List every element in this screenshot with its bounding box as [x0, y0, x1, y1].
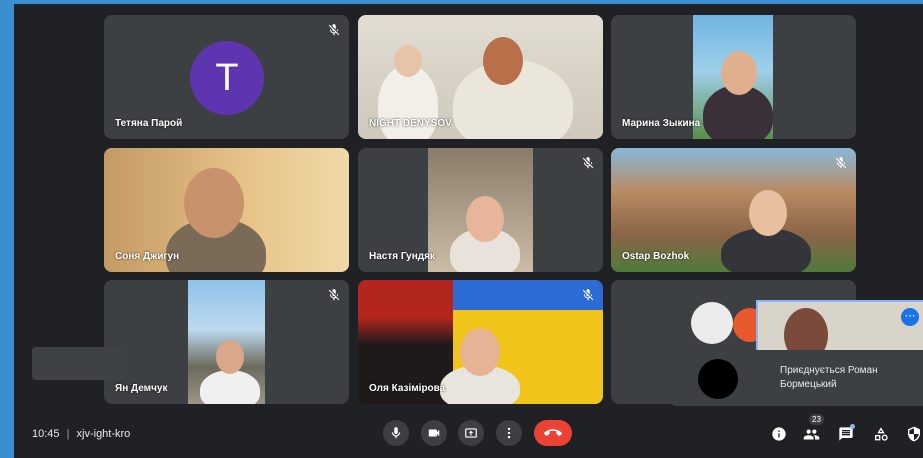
- participant-tile[interactable]: Ostap Bozhok: [611, 148, 856, 272]
- present-icon: [465, 428, 477, 438]
- mic-off-icon: [328, 24, 340, 36]
- self-view-more-button[interactable]: ⋯: [901, 308, 919, 326]
- video-face: [466, 196, 504, 242]
- end-call-button[interactable]: [534, 420, 572, 446]
- mic-button[interactable]: [383, 420, 409, 446]
- participant-name: NIGHT DENYSOV: [369, 118, 452, 129]
- participants-count-badge: 23: [809, 414, 824, 425]
- bottom-toolbar: 10:45 | xjv-ight-kro 23: [14, 410, 923, 458]
- avatar: [698, 359, 738, 399]
- join-notification: Приєднується Роман Бормецький: [670, 350, 923, 406]
- mic-icon: [391, 427, 401, 439]
- video-face: [184, 168, 244, 238]
- participant-tile[interactable]: Оля Казімірова: [358, 280, 603, 404]
- participant-tile[interactable]: NIGHT DENYSOV: [358, 15, 603, 139]
- camera-icon: [428, 429, 440, 437]
- join-notification-text: Приєднується Роман Бормецький: [780, 365, 878, 390]
- info-icon: [772, 427, 786, 441]
- info-button[interactable]: [769, 424, 789, 444]
- meeting-details: 10:45 | xjv-ight-kro: [32, 428, 130, 440]
- participant-name: Настя Гундяк: [369, 251, 435, 262]
- participant-tile[interactable]: Ян Демчук: [104, 280, 349, 404]
- chat-button[interactable]: [836, 424, 856, 444]
- video-face: [216, 340, 244, 374]
- participant-name: Марина Зыкина: [622, 118, 701, 129]
- people-button[interactable]: 23: [801, 414, 824, 444]
- participant-name: Оля Казімірова: [369, 383, 446, 394]
- end-call-icon: [544, 429, 562, 436]
- participant-name: Тетяна Парой: [115, 118, 183, 129]
- meet-window: T Тетяна Парой NIGHT DENYSOV Марина Зыки…: [14, 4, 923, 458]
- mic-off-icon: [582, 289, 594, 301]
- mic-off-icon: [328, 289, 340, 301]
- avatar: [691, 302, 733, 344]
- meeting-separator: |: [66, 428, 70, 440]
- avatar-letter: T: [215, 56, 239, 99]
- avatar: T: [190, 41, 264, 115]
- meeting-code: xjv-ight-kro: [76, 428, 131, 440]
- video-face: [721, 51, 757, 95]
- mic-off-icon: [582, 157, 594, 169]
- participant-name: Соня Джигун: [115, 251, 180, 262]
- participant-tile[interactable]: T Тетяна Парой: [104, 15, 349, 139]
- more-icon: [507, 427, 511, 439]
- video-face: [394, 45, 422, 77]
- activities-icon: [875, 427, 888, 441]
- people-icon: [803, 429, 819, 439]
- camera-button[interactable]: [421, 420, 447, 446]
- more-options-button[interactable]: [496, 420, 522, 446]
- video-person: [200, 370, 260, 404]
- self-view[interactable]: ⋯: [756, 300, 923, 356]
- participant-tile[interactable]: Соня Джигун: [104, 148, 349, 272]
- video-face: [749, 190, 787, 236]
- video-face: [460, 328, 500, 376]
- participant-tile[interactable]: Марина Зыкина: [611, 15, 856, 139]
- meeting-time: 10:45: [32, 428, 60, 440]
- chat-dot: [850, 424, 855, 429]
- present-button[interactable]: [458, 420, 484, 446]
- participant-name: Ян Демчук: [115, 383, 168, 394]
- participant-name: Ostap Bozhok: [622, 251, 690, 262]
- host-controls-button[interactable]: [904, 424, 923, 444]
- video-face: [784, 308, 828, 354]
- activities-button[interactable]: [871, 424, 891, 444]
- video-face: [483, 37, 523, 85]
- participant-tile[interactable]: Настя Гундяк: [358, 148, 603, 272]
- host-controls-icon: [908, 426, 920, 442]
- overlay-shade: [32, 347, 122, 380]
- mic-off-icon: [835, 157, 847, 169]
